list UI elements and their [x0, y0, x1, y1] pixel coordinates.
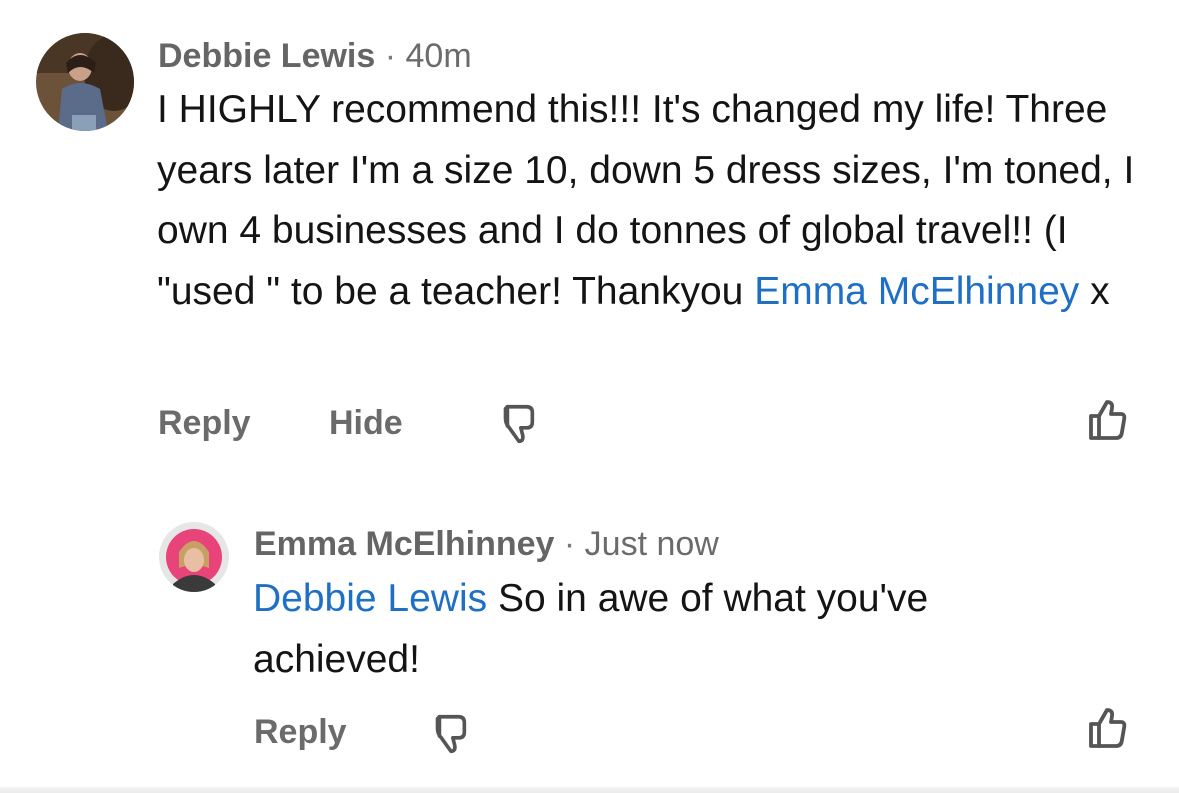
- reply-author[interactable]: Emma McElhinney: [254, 525, 554, 563]
- bottom-divider: [0, 787, 1179, 793]
- avatar-emma-mcelhinney[interactable]: [159, 522, 229, 592]
- thumbs-up-icon[interactable]: [1083, 703, 1131, 753]
- comment-author[interactable]: Debbie Lewis: [158, 37, 375, 75]
- avatar-debbie-lewis[interactable]: [36, 33, 134, 131]
- mention-link[interactable]: Emma McElhinney: [754, 270, 1079, 313]
- hide-button[interactable]: Hide: [329, 402, 403, 444]
- mention-link[interactable]: Debbie Lewis: [253, 577, 487, 620]
- reply-button[interactable]: Reply: [158, 402, 251, 444]
- comment-text-tail: x: [1079, 269, 1110, 313]
- reply-text: Debbie Lewis So in awe of what you've ac…: [253, 569, 1083, 690]
- thumbs-up-icon[interactable]: [1083, 395, 1131, 445]
- reply-meta: Emma McElhinney · Just now: [254, 524, 719, 564]
- comment-text: I HIGHLY recommend this!!! It's changed …: [157, 80, 1157, 322]
- meta-separator: ·: [563, 525, 576, 563]
- thumbs-down-icon[interactable]: [494, 400, 540, 448]
- reply-button[interactable]: Reply: [254, 711, 347, 753]
- meta-separator: ·: [384, 37, 397, 75]
- comment-meta: Debbie Lewis · 40m: [158, 36, 472, 76]
- comment-timestamp: 40m: [405, 37, 472, 75]
- reply-timestamp: Just now: [584, 525, 719, 563]
- thumbs-down-icon[interactable]: [426, 710, 472, 758]
